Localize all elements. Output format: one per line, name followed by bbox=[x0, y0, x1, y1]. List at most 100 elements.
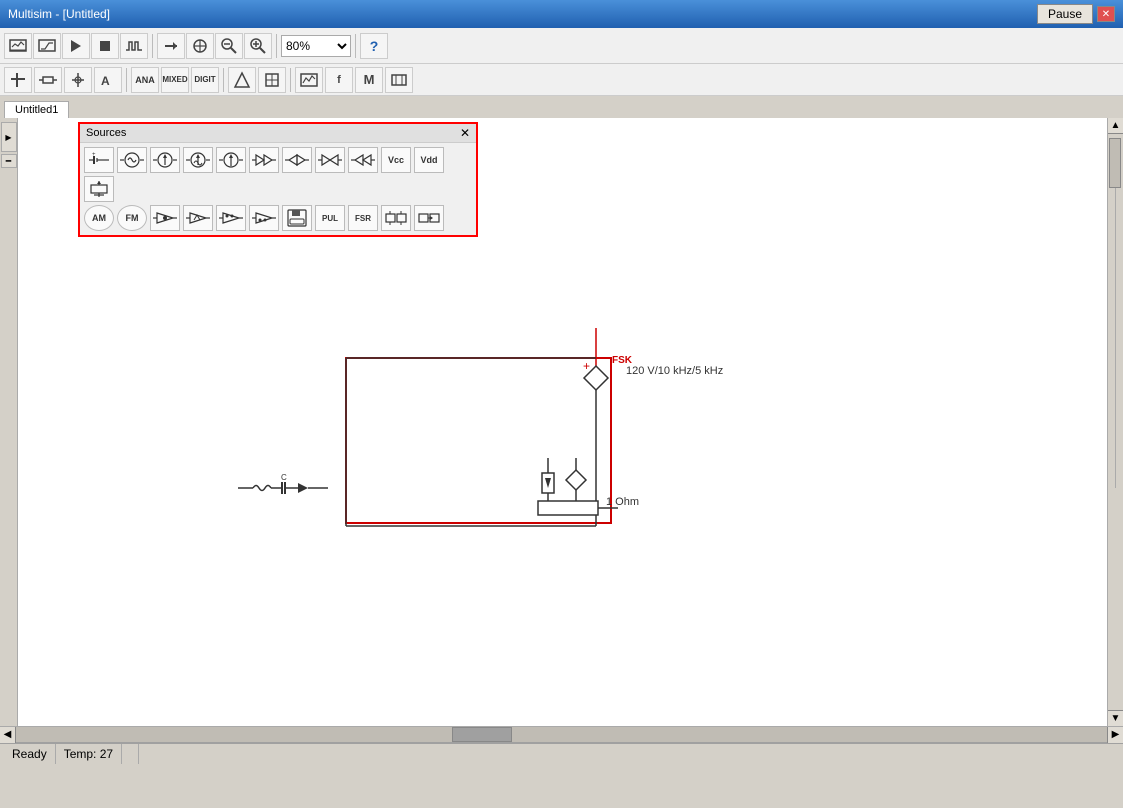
src-vcv[interactable] bbox=[249, 147, 279, 173]
svg-text:A: A bbox=[101, 74, 110, 88]
status-ready: Ready bbox=[4, 744, 56, 764]
toolbar-group-edit bbox=[157, 33, 272, 59]
sources-row1: + bbox=[84, 147, 472, 202]
sources-body: + bbox=[80, 143, 476, 235]
src-ground[interactable] bbox=[84, 176, 114, 202]
pause-button[interactable]: Pause bbox=[1037, 4, 1093, 24]
mixed-button[interactable]: MIXED bbox=[161, 67, 189, 93]
tb2-sep2 bbox=[223, 68, 224, 92]
instrument-osc[interactable] bbox=[295, 67, 323, 93]
toolbar-separator-2 bbox=[276, 34, 277, 58]
src-bus-voltage[interactable] bbox=[381, 205, 411, 231]
toolbar-separator-1 bbox=[152, 34, 153, 58]
src-fm[interactable]: FM bbox=[117, 205, 147, 231]
sidebar-run-btn[interactable]: ▶ bbox=[1, 122, 17, 152]
digital-button[interactable]: DIGIT bbox=[191, 67, 219, 93]
status-bar: Ready Temp: 27 bbox=[0, 742, 1123, 764]
left-sidebar: ▶ ━ bbox=[0, 118, 18, 726]
indicator-button[interactable] bbox=[228, 67, 256, 93]
tab-bar: Untitled1 bbox=[0, 96, 1123, 118]
misc-button[interactable] bbox=[258, 67, 286, 93]
status-extra bbox=[122, 744, 139, 764]
instrument-extra[interactable] bbox=[385, 67, 413, 93]
src-ccc[interactable] bbox=[348, 147, 378, 173]
vertical-scrollbar[interactable]: ▲ ▼ bbox=[1107, 118, 1123, 726]
src-ccv[interactable] bbox=[315, 147, 345, 173]
sources-header[interactable]: Sources ✕ bbox=[80, 124, 476, 143]
inductor-body[interactable] bbox=[253, 486, 271, 491]
main-toolbar: 80% 50% 60% 70% 90% 100% 125% 150% 200% … bbox=[0, 28, 1123, 64]
close-button[interactable]: ✕ bbox=[1097, 6, 1115, 22]
select-tool-button[interactable] bbox=[4, 67, 32, 93]
hscroll-track[interactable] bbox=[16, 727, 1107, 742]
svg-text:+: + bbox=[92, 152, 96, 158]
diamond-source[interactable] bbox=[566, 470, 586, 490]
run-analysis-button[interactable] bbox=[4, 33, 32, 59]
edit-button2[interactable] bbox=[186, 33, 214, 59]
scroll-left-button[interactable]: ◀ bbox=[0, 727, 16, 743]
sources-close-button[interactable]: ✕ bbox=[460, 126, 470, 140]
vscroll-track-line bbox=[1115, 188, 1116, 488]
src-save[interactable] bbox=[282, 205, 312, 231]
src-dc-voltage[interactable]: + bbox=[84, 147, 114, 173]
tb2-sep1 bbox=[126, 68, 127, 92]
src-clock[interactable] bbox=[216, 147, 246, 173]
src-ac-current[interactable] bbox=[183, 147, 213, 173]
plus-sign: + bbox=[583, 359, 590, 373]
zoom-out-button[interactable] bbox=[215, 33, 243, 59]
sources-panel: Sources ✕ + bbox=[78, 122, 478, 237]
waveform-button[interactable] bbox=[120, 33, 148, 59]
title-bar: Multisim - [Untitled] — □ ✕ bbox=[0, 0, 1123, 28]
label-tool-button[interactable]: A bbox=[94, 67, 122, 93]
src-vdd[interactable]: Vdd bbox=[414, 147, 444, 173]
instrument-func[interactable]: f bbox=[325, 67, 353, 93]
scroll-down-button[interactable]: ▼ bbox=[1108, 710, 1123, 726]
resistor-value-label: 1 Ohm bbox=[606, 496, 639, 508]
resistor-body[interactable] bbox=[538, 501, 598, 515]
status-temp: Temp: 27 bbox=[56, 744, 122, 764]
src-vcc2[interactable] bbox=[282, 147, 312, 173]
hscroll-thumb[interactable] bbox=[452, 727, 512, 742]
toolbar-separator-3 bbox=[355, 34, 356, 58]
csrc-arrow bbox=[545, 478, 551, 488]
scroll-up-button[interactable]: ▲ bbox=[1108, 118, 1123, 134]
run-button[interactable] bbox=[62, 33, 90, 59]
tab-untitled1[interactable]: Untitled1 bbox=[4, 101, 69, 118]
src-vcc[interactable]: Vcc bbox=[381, 147, 411, 173]
probe-tool-button[interactable] bbox=[64, 67, 92, 93]
help-button[interactable]: ? bbox=[360, 33, 388, 59]
src-fsr[interactable]: FSR bbox=[348, 205, 378, 231]
tb2-sep3 bbox=[290, 68, 291, 92]
scroll-right-button[interactable]: ▶ bbox=[1107, 727, 1123, 743]
canvas-area[interactable]: Sources ✕ + bbox=[18, 118, 1123, 726]
zoom-select[interactable]: 80% 50% 60% 70% 90% 100% 125% 150% 200% bbox=[281, 35, 351, 57]
sources-row2: AM FM bbox=[84, 205, 472, 231]
src-ac-voltage[interactable] bbox=[117, 147, 147, 173]
src-am[interactable]: AM bbox=[84, 205, 114, 231]
sources-title: Sources bbox=[86, 127, 126, 139]
arrow-indicator bbox=[298, 483, 308, 493]
bode-button[interactable] bbox=[33, 33, 61, 59]
wire-tool-button[interactable] bbox=[34, 67, 62, 93]
sidebar-tool-btn[interactable]: ━ bbox=[1, 154, 17, 168]
src-thermal[interactable] bbox=[216, 205, 246, 231]
src-dc-current-up[interactable] bbox=[150, 147, 180, 173]
toolbar-group-sim bbox=[4, 33, 148, 59]
stop-button[interactable] bbox=[91, 33, 119, 59]
main-area: ▶ ━ Sources ✕ + bbox=[0, 118, 1123, 726]
cap-label: C bbox=[281, 473, 287, 482]
vscroll-thumb[interactable] bbox=[1109, 138, 1121, 188]
src-bus-current[interactable] bbox=[414, 205, 444, 231]
analog-button[interactable]: ANA bbox=[131, 67, 159, 93]
selection-rectangle bbox=[346, 358, 611, 523]
component-toolbar: A ANA MIXED DIGIT f M bbox=[0, 64, 1123, 96]
src-shot[interactable] bbox=[249, 205, 279, 231]
zoom-in-button[interactable] bbox=[244, 33, 272, 59]
edit-button1[interactable] bbox=[157, 33, 185, 59]
src-pulse[interactable]: PUL bbox=[315, 205, 345, 231]
title-text: Multisim - [Untitled] bbox=[8, 7, 110, 21]
src-nonlinear1[interactable] bbox=[150, 205, 180, 231]
horizontal-scrollbar[interactable]: ◀ ▶ bbox=[0, 726, 1123, 742]
src-piecewise[interactable] bbox=[183, 205, 213, 231]
instrument-multimeter[interactable]: M bbox=[355, 67, 383, 93]
